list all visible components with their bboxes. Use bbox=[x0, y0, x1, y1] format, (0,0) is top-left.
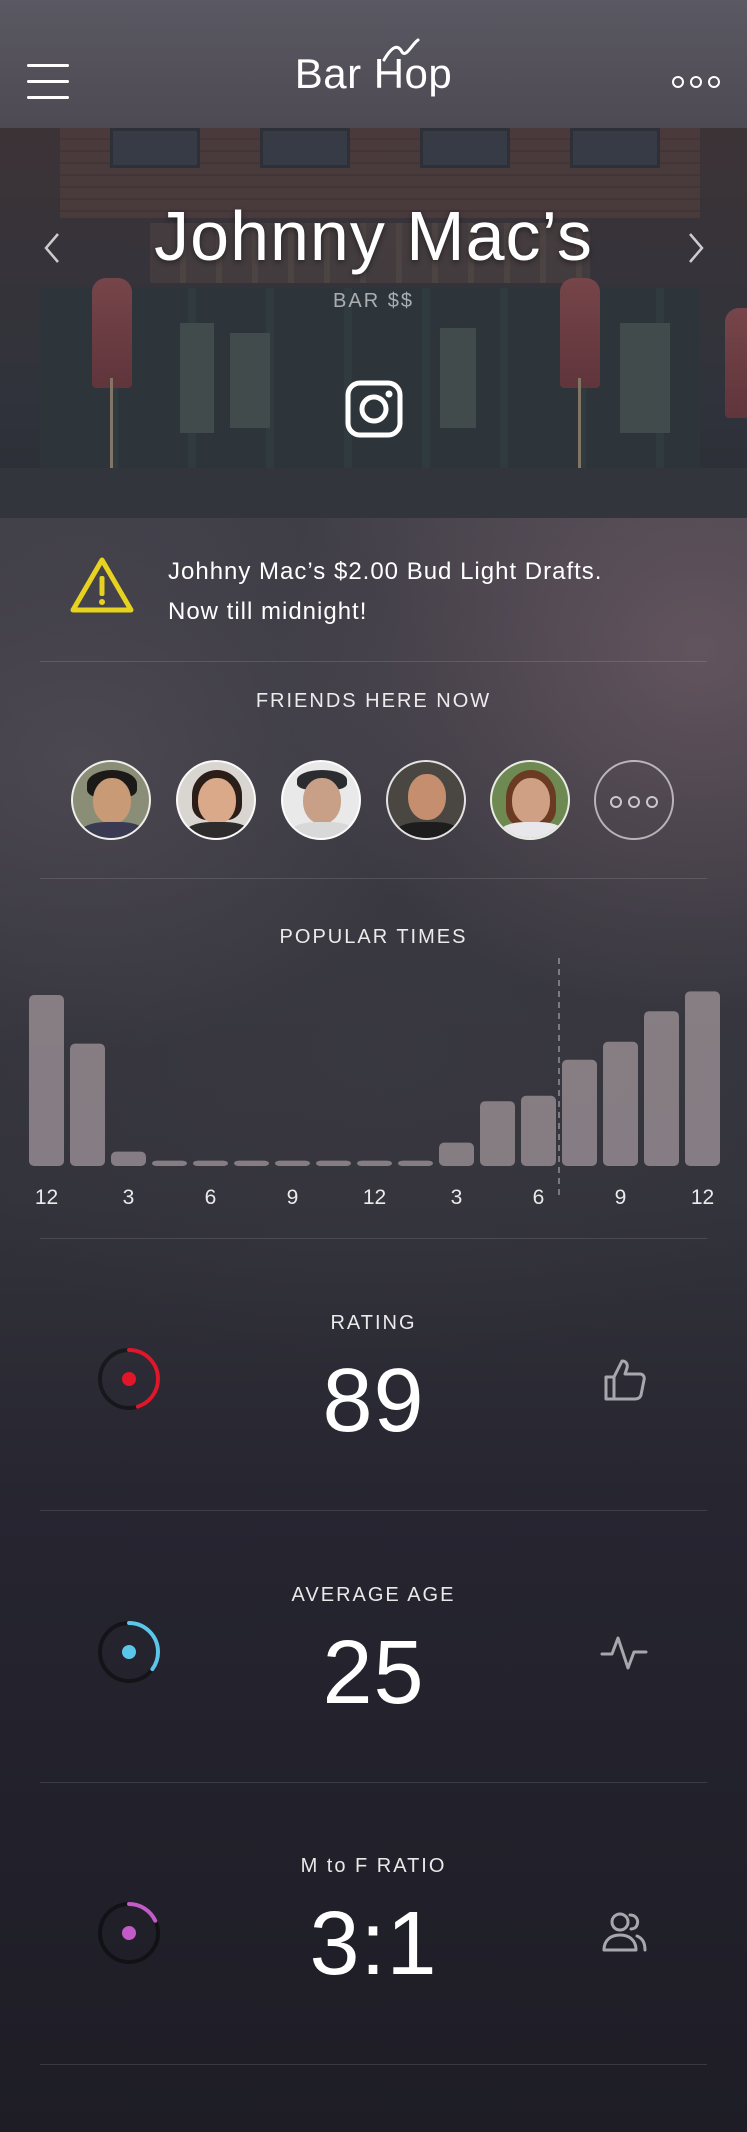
divider bbox=[40, 1510, 707, 1511]
venue-hero: Johnny Mac’s BAR $$ bbox=[0, 128, 747, 518]
chart-tick-label: 3 bbox=[451, 1186, 463, 1209]
chart-tick-label: 12 bbox=[35, 1186, 58, 1209]
more-friends-icon[interactable] bbox=[594, 760, 674, 840]
activity-pulse-icon[interactable] bbox=[600, 1628, 648, 1676]
rating-ring-icon bbox=[98, 1348, 160, 1410]
chart-bar bbox=[234, 1160, 269, 1166]
age-label: AVERAGE AGE bbox=[291, 1584, 456, 1606]
alert-line-1: Johhny Mac’s $2.00 Bud Light Drafts. bbox=[168, 558, 603, 585]
chart-tick-label: 6 bbox=[205, 1186, 217, 1209]
venue-name: Johnny Mac’s bbox=[154, 197, 593, 275]
logo-swoosh-icon bbox=[382, 38, 420, 62]
venue-category: BAR $$ bbox=[333, 290, 414, 312]
chart-bar bbox=[152, 1160, 187, 1166]
alert-message: Johhny Mac’s $2.00 Bud Light Drafts. Now… bbox=[168, 552, 698, 632]
age-ring-icon bbox=[98, 1621, 160, 1683]
instagram-icon[interactable] bbox=[345, 380, 403, 438]
ratio-ring-icon bbox=[98, 1902, 160, 1964]
popular-times-chart: 12 3 6 9 12 3 6 9 12 bbox=[0, 950, 747, 1210]
popular-times-title: POPULAR TIMES bbox=[279, 926, 468, 948]
divider bbox=[40, 2064, 707, 2065]
chart-bar bbox=[439, 1142, 474, 1166]
friend-avatar[interactable] bbox=[386, 760, 466, 840]
chart-tick-label: 9 bbox=[615, 1186, 627, 1209]
users-icon[interactable] bbox=[600, 1908, 648, 1956]
ratio-label: M to F RATIO bbox=[300, 1855, 447, 1877]
chart-tick-label: 12 bbox=[691, 1186, 714, 1209]
chart-tick-label: 3 bbox=[123, 1186, 135, 1209]
ring-dot bbox=[122, 1372, 136, 1386]
chart-tick-label: 9 bbox=[287, 1186, 299, 1209]
chart-tick-label: 6 bbox=[533, 1186, 545, 1209]
app-header: Bar Hop bbox=[0, 0, 747, 128]
alert-line-2: Now till midnight! bbox=[168, 598, 368, 625]
chart-bar bbox=[316, 1160, 351, 1166]
chart-bar bbox=[521, 1095, 556, 1166]
divider bbox=[40, 878, 707, 879]
friend-avatar[interactable] bbox=[281, 760, 361, 840]
popular-times-svg: 12 3 6 9 12 3 6 9 12 bbox=[29, 958, 720, 1209]
more-dots-icon[interactable] bbox=[672, 74, 720, 92]
chart-bar bbox=[480, 1101, 515, 1166]
chart-bar bbox=[603, 1041, 638, 1166]
warning-icon bbox=[70, 557, 134, 613]
chevron-right-icon[interactable] bbox=[680, 228, 710, 268]
chart-tick-label: 12 bbox=[363, 1186, 386, 1209]
divider bbox=[40, 1238, 707, 1239]
chevron-left-icon[interactable] bbox=[38, 228, 68, 268]
chart-bar bbox=[685, 991, 720, 1166]
thumbs-up-icon[interactable] bbox=[600, 1355, 648, 1403]
chart-bar bbox=[29, 995, 64, 1166]
ring-dot bbox=[122, 1645, 136, 1659]
friends-title: FRIENDS HERE NOW bbox=[255, 690, 492, 712]
hero-overlay bbox=[0, 128, 747, 518]
chart-bar bbox=[644, 1011, 679, 1166]
ring-dot bbox=[122, 1926, 136, 1940]
chart-bar bbox=[562, 1059, 597, 1166]
friend-avatar[interactable] bbox=[71, 760, 151, 840]
chart-bar bbox=[275, 1160, 310, 1166]
chart-bar bbox=[357, 1160, 392, 1166]
divider bbox=[40, 1782, 707, 1783]
rating-label: RATING bbox=[330, 1312, 417, 1334]
chart-bar bbox=[111, 1151, 146, 1166]
friend-avatar[interactable] bbox=[176, 760, 256, 840]
friend-avatar[interactable] bbox=[490, 760, 570, 840]
chart-bar bbox=[70, 1043, 105, 1166]
deal-alert[interactable]: Johhny Mac’s $2.00 Bud Light Drafts. Now… bbox=[0, 518, 747, 662]
divider bbox=[40, 661, 707, 662]
chart-bar bbox=[193, 1160, 228, 1166]
app-logo: Bar Hop bbox=[294, 50, 453, 97]
chart-bar bbox=[398, 1160, 433, 1166]
